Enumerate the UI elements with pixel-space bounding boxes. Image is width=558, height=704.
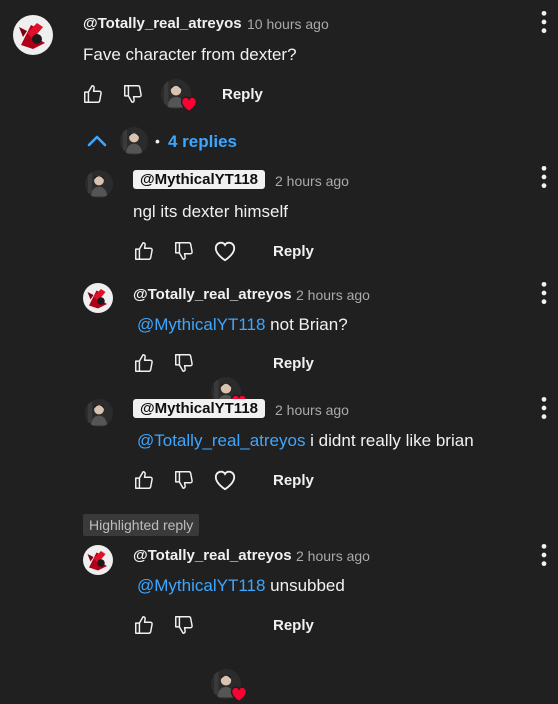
reply-timestamp[interactable]: 2 hours ago	[296, 548, 370, 564]
reply-button[interactable]: Reply	[273, 472, 314, 489]
dislike-button[interactable]	[173, 352, 195, 379]
comment-more-options-icon[interactable]	[540, 9, 550, 35]
comment-timestamp[interactable]: 10 hours ago	[247, 16, 329, 32]
thumb-up-icon	[82, 83, 104, 105]
dislike-button[interactable]	[173, 240, 195, 267]
reply-mention[interactable]: @Totally_real_atreyos	[137, 431, 305, 450]
reply-author-chip[interactable]: @MythicalYT118	[133, 170, 266, 189]
reply-author[interactable]: @Totally_real_atreyos	[133, 286, 292, 303]
reply-button[interactable]: Reply	[273, 355, 314, 372]
heart-button[interactable]	[212, 467, 238, 498]
reply-more-options-icon[interactable]	[540, 164, 548, 195]
thumb-down-icon	[173, 240, 195, 262]
like-button[interactable]	[82, 83, 104, 110]
reply-avatar[interactable]	[83, 545, 113, 575]
reply-more-options-icon[interactable]	[540, 395, 548, 426]
heart-icon	[179, 94, 199, 114]
dislike-button[interactable]	[122, 83, 144, 110]
dislike-button[interactable]	[173, 469, 195, 496]
creator-heart-badge	[161, 79, 191, 109]
replies-toggle[interactable]: • 4 replies	[86, 127, 246, 157]
reply-button[interactable]: Reply	[273, 617, 314, 634]
reply-mention[interactable]: @MythicalYT118	[137, 315, 265, 334]
reply-author[interactable]: @Totally_real_atreyos	[133, 547, 292, 564]
thumb-down-icon	[173, 352, 195, 374]
comment-author[interactable]: @Totally_real_atreyos	[83, 15, 242, 32]
reply-more-options-icon[interactable]	[540, 280, 548, 311]
like-button[interactable]	[133, 469, 155, 496]
reply-avatar[interactable]	[83, 283, 113, 313]
reply-avatar[interactable]	[85, 170, 113, 198]
reply-timestamp[interactable]: 2 hours ago	[296, 287, 370, 303]
reply-button[interactable]: Reply	[222, 86, 263, 103]
heart-outline-icon	[212, 238, 238, 264]
creator-heart-badge	[211, 669, 241, 699]
thumb-down-icon	[173, 614, 195, 636]
thumb-up-icon	[133, 614, 155, 636]
reply-text-body: unsubbed	[265, 576, 345, 595]
reply-author-chip[interactable]: @MythicalYT118	[133, 399, 266, 418]
reply-text-body: ngl its dexter himself	[133, 202, 288, 221]
thumb-up-icon	[133, 469, 155, 491]
replier-avatar	[120, 127, 148, 155]
commenter-avatar[interactable]	[13, 15, 53, 55]
comment-text: Fave character from dexter?	[83, 45, 297, 64]
heart-button[interactable]	[212, 238, 238, 269]
replies-count[interactable]: 4 replies	[168, 132, 237, 152]
reply-avatar[interactable]	[85, 399, 113, 427]
dislike-button[interactable]	[173, 614, 195, 641]
chevron-up-icon	[87, 135, 107, 147]
reply-mention[interactable]: @MythicalYT118	[137, 576, 265, 595]
heart-outline-icon	[212, 467, 238, 493]
heart-icon	[229, 684, 249, 704]
thumb-up-icon	[133, 352, 155, 374]
reply-text: ngl its dexter himself	[133, 202, 288, 222]
like-button[interactable]	[133, 614, 155, 641]
thumb-up-icon	[133, 240, 155, 262]
reply-more-options-icon[interactable]	[540, 542, 548, 573]
reply-timestamp[interactable]: 2 hours ago	[275, 402, 349, 418]
like-button[interactable]	[133, 352, 155, 379]
reply-text: @Totally_real_atreyos i didnt really lik…	[137, 431, 474, 451]
thumb-down-icon	[173, 469, 195, 491]
like-button[interactable]	[133, 240, 155, 267]
reply-button[interactable]: Reply	[273, 243, 314, 260]
reply-text-body: i didnt really like brian	[305, 431, 474, 450]
thumb-down-icon	[122, 83, 144, 105]
highlighted-reply-label: Highlighted reply	[83, 514, 200, 536]
reply-text-body: not Brian?	[265, 315, 348, 334]
bullet-separator: •	[155, 133, 160, 149]
reply-text: @MythicalYT118 unsubbed	[137, 576, 345, 596]
reply-text: @MythicalYT118 not Brian?	[137, 315, 348, 335]
reply-timestamp[interactable]: 2 hours ago	[275, 173, 349, 189]
